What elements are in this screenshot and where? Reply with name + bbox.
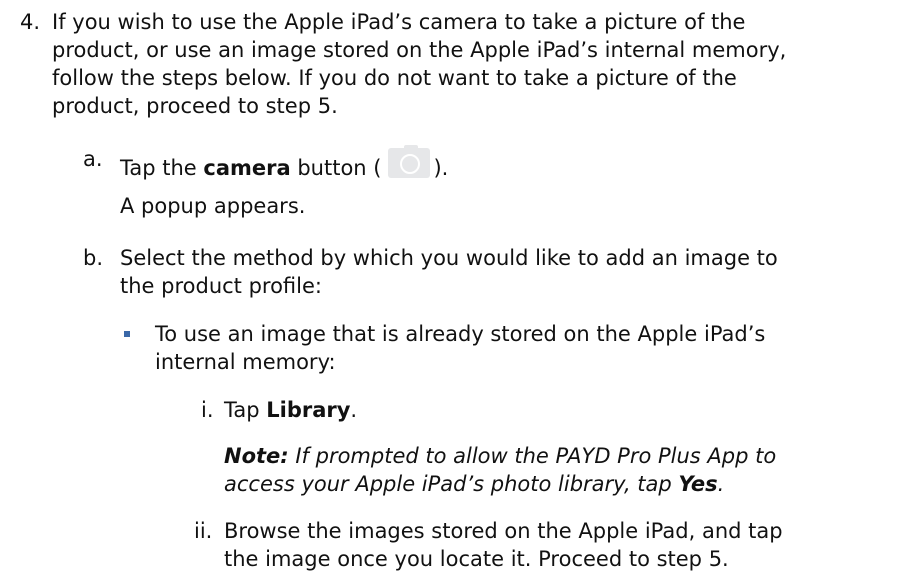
step-b-line: the product profile: bbox=[120, 274, 322, 298]
step-a-text: Tap the camera button (). bbox=[120, 145, 448, 185]
substep-letter: a. bbox=[83, 147, 103, 171]
step-b-line: Select the method by which you would lik… bbox=[120, 246, 778, 270]
note-text: Note: If prompted to allow the PAYD Pro … bbox=[224, 442, 776, 498]
step-4-line: follow the steps below. If you do not wa… bbox=[52, 66, 737, 90]
option-line: internal memory: bbox=[155, 350, 336, 374]
substep-letter: b. bbox=[83, 246, 104, 270]
sub-i-suffix: . bbox=[350, 398, 358, 422]
camera-icon bbox=[382, 145, 432, 185]
sub-step-i-text: Tap Library. bbox=[224, 396, 357, 424]
step-a-result: A popup appears. bbox=[120, 194, 306, 218]
step-4-line: product, proceed to step 5. bbox=[52, 94, 338, 118]
step-a-button-close: ). bbox=[433, 156, 449, 180]
step-number: 4. bbox=[20, 10, 41, 34]
sub-step-ii-text: Browse the images stored on the Apple iP… bbox=[224, 517, 783, 573]
step-4-text: If you wish to use the Apple iPad’s came… bbox=[52, 8, 786, 120]
sub-i-prefix: Tap bbox=[224, 398, 267, 422]
sub-step-numeral: i. bbox=[201, 398, 214, 422]
note-line-1: If prompted to allow the PAYD Pro Plus A… bbox=[288, 444, 777, 468]
step-a-instruction: Tap the camera button (). bbox=[120, 145, 448, 185]
sub-ii-line: the image once you locate it. Proceed to… bbox=[224, 547, 729, 571]
step-b-text: Select the method by which you would lik… bbox=[120, 244, 778, 300]
option-library-text: To use an image that is already stored o… bbox=[155, 320, 765, 376]
note-suffix: . bbox=[717, 472, 725, 496]
library-keyword: Library bbox=[266, 398, 351, 422]
note-line-2: access your Apple iPad’s photo library, … bbox=[224, 472, 679, 496]
option-line: To use an image that is already stored o… bbox=[155, 322, 766, 346]
step-4-line: If you wish to use the Apple iPad’s came… bbox=[52, 10, 746, 34]
yes-keyword: Yes bbox=[678, 472, 718, 496]
document-page: { "step4": { "number": "4.", "lines": [ … bbox=[0, 0, 897, 588]
bullet-icon bbox=[124, 331, 130, 337]
step-a-button-open: button ( bbox=[290, 156, 382, 180]
note-label: Note: bbox=[224, 444, 289, 468]
sub-step-numeral: ii. bbox=[194, 519, 213, 543]
sub-ii-line: Browse the images stored on the Apple iP… bbox=[224, 519, 783, 543]
camera-keyword: camera bbox=[203, 156, 291, 180]
step-4-line: product, or use an image stored on the A… bbox=[52, 38, 787, 62]
step-a-prefix: Tap the bbox=[120, 156, 204, 180]
